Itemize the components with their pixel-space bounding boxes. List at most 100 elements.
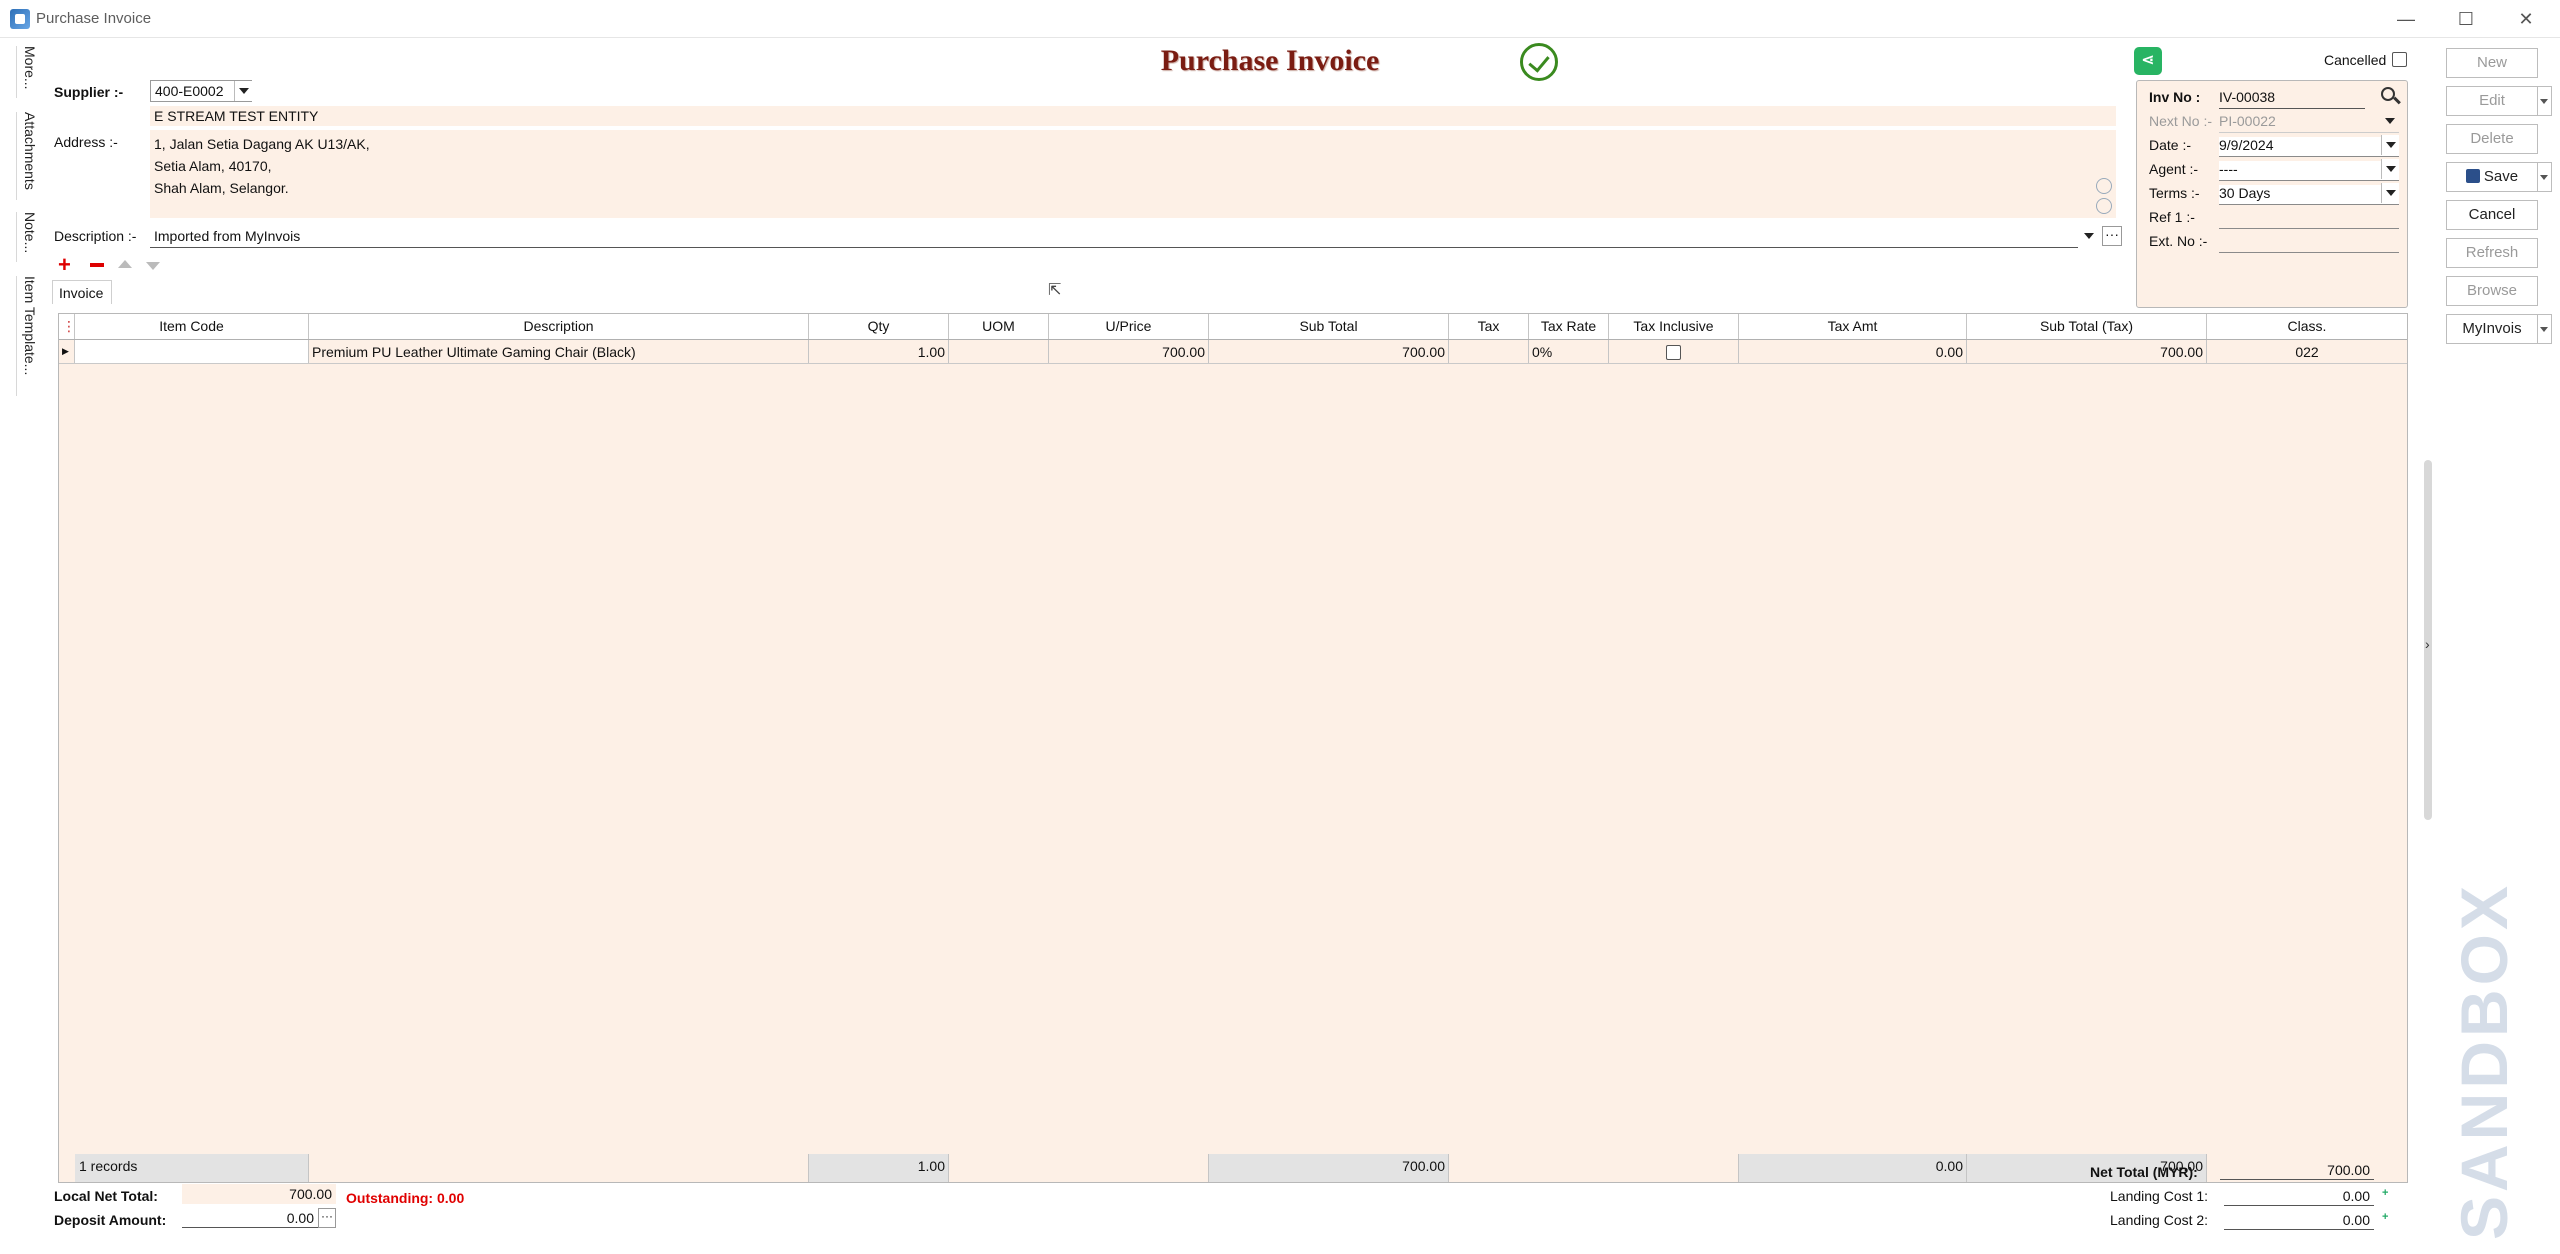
side-tab-attachments[interactable]: Attachments xyxy=(16,112,38,200)
deposit-more-button[interactable]: ··· xyxy=(318,1208,336,1228)
mouse-cursor-icon: ⇱ xyxy=(1048,282,1062,299)
description-value: Imported from MyInvois xyxy=(154,228,301,244)
move-down-icon[interactable] xyxy=(142,254,164,276)
cell-uprice[interactable]: 700.00 xyxy=(1049,340,1209,363)
col-tax-amt[interactable]: Tax Amt xyxy=(1739,314,1967,339)
cell-qty[interactable]: 1.00 xyxy=(809,340,949,363)
cancelled-label: Cancelled xyxy=(2324,52,2387,68)
landing-cost-2-add-icon[interactable]: + xyxy=(2382,1212,2392,1223)
col-tax-inclusive[interactable]: Tax Inclusive xyxy=(1609,314,1739,339)
ext-no-field[interactable] xyxy=(2219,233,2399,253)
cell-tax-amt[interactable]: 0.00 xyxy=(1739,340,1967,363)
col-tax[interactable]: Tax xyxy=(1449,314,1529,339)
side-tab-item-template[interactable]: Item Template... xyxy=(16,276,38,396)
new-button[interactable]: New xyxy=(2446,48,2538,78)
landing-cost-1-label: Landing Cost 1: xyxy=(2110,1188,2209,1204)
page-title: Purchase Invoice xyxy=(1160,44,1380,77)
ref1-label: Ref 1 :- xyxy=(2149,209,2195,225)
landing-cost-2-field[interactable]: 0.00 xyxy=(2224,1210,2374,1230)
col-description[interactable]: Description xyxy=(309,314,809,339)
date-dropdown-icon[interactable] xyxy=(2381,135,2399,155)
terms-field[interactable]: 30 Days xyxy=(2219,185,2399,205)
column-chooser-icon[interactable]: ⋮ xyxy=(59,314,75,339)
outstanding-amount: Outstanding: 0.00 xyxy=(346,1190,465,1206)
refresh-button[interactable]: Refresh xyxy=(2446,238,2538,268)
ref1-field[interactable] xyxy=(2219,209,2399,229)
row-indicator-icon: ▶ xyxy=(59,340,75,363)
delete-button[interactable]: Delete xyxy=(2446,124,2538,154)
edit-dropdown-icon[interactable] xyxy=(2538,86,2552,116)
col-item-code[interactable]: Item Code xyxy=(75,314,309,339)
address-line-3: Shah Alam, Selangor. xyxy=(154,180,289,196)
side-tab-note[interactable]: Note... xyxy=(16,212,38,262)
myinvois-button[interactable]: MyInvois xyxy=(2446,314,2538,344)
minimize-button[interactable]: — xyxy=(2392,6,2420,32)
address-label: Address :- xyxy=(54,134,118,150)
save-button[interactable]: Save xyxy=(2446,162,2538,192)
close-button[interactable]: ✕ xyxy=(2512,6,2540,32)
address-line-2: Setia Alam, 40170, xyxy=(154,158,272,174)
cell-tax-rate[interactable]: 0% xyxy=(1529,340,1609,363)
add-row-icon[interactable]: + xyxy=(58,254,80,276)
net-total-value: 700.00 xyxy=(2220,1160,2374,1180)
address-field[interactable] xyxy=(150,130,2116,218)
inv-no-field[interactable]: IV-00038 xyxy=(2219,89,2365,109)
col-subtotal-tax[interactable]: Sub Total (Tax) xyxy=(1967,314,2207,339)
col-tax-rate[interactable]: Tax Rate xyxy=(1529,314,1609,339)
side-tab-more[interactable]: More... xyxy=(16,46,38,98)
description-field[interactable]: Imported from MyInvois xyxy=(150,224,2078,248)
landing-cost-2-label: Landing Cost 2: xyxy=(2110,1212,2209,1228)
share-icon[interactable]: ⋖ xyxy=(2134,47,2162,75)
description-dropdown-icon[interactable] xyxy=(2080,226,2098,246)
cell-uom[interactable] xyxy=(949,340,1049,363)
edit-button[interactable]: Edit xyxy=(2446,86,2538,116)
refresh-address-icon-2[interactable] xyxy=(2096,198,2112,214)
remove-row-icon[interactable] xyxy=(86,254,108,276)
local-net-total-label: Local Net Total: xyxy=(54,1188,158,1204)
footer-qty: 1.00 xyxy=(809,1154,949,1182)
cell-tax[interactable] xyxy=(1449,340,1529,363)
window-title: Purchase Invoice xyxy=(36,10,152,27)
collapse-panel-icon[interactable]: › xyxy=(2425,636,2430,652)
agent-dropdown-icon[interactable] xyxy=(2381,159,2399,179)
table-row[interactable]: ▶ Premium PU Leather Ultimate Gaming Cha… xyxy=(59,340,2407,364)
cell-subtotal-tax[interactable]: 700.00 xyxy=(1967,340,2207,363)
refresh-address-icon[interactable] xyxy=(2096,178,2112,194)
tab-invoice[interactable]: Invoice xyxy=(52,280,112,304)
cell-tax-inclusive[interactable] xyxy=(1609,340,1739,363)
next-no-dropdown-icon[interactable] xyxy=(2381,111,2399,131)
save-dropdown-icon[interactable] xyxy=(2538,162,2552,192)
terms-dropdown-icon[interactable] xyxy=(2381,183,2399,203)
agent-field[interactable]: ---- xyxy=(2219,161,2399,181)
net-total-label: Net Total (MYR): xyxy=(2090,1164,2198,1180)
col-subtotal[interactable]: Sub Total xyxy=(1209,314,1449,339)
cell-description[interactable]: Premium PU Leather Ultimate Gaming Chair… xyxy=(309,340,809,363)
description-more-button[interactable]: ··· xyxy=(2102,226,2122,246)
cell-item-code[interactable] xyxy=(75,340,309,363)
myinvois-dropdown-icon[interactable] xyxy=(2538,314,2552,344)
cancelled-checkbox[interactable] xyxy=(2392,52,2407,67)
date-field[interactable]: 9/9/2024 xyxy=(2219,137,2399,157)
terms-row: Terms :- 30 Days xyxy=(2149,181,2401,205)
title-bar: Purchase Invoice — ☐ ✕ xyxy=(0,0,2560,38)
deposit-amount-field[interactable]: 0.00 xyxy=(182,1208,318,1228)
col-qty[interactable]: Qty xyxy=(809,314,949,339)
col-uom[interactable]: UOM xyxy=(949,314,1049,339)
move-up-icon[interactable] xyxy=(114,254,136,276)
col-class[interactable]: Class. xyxy=(2207,314,2407,339)
col-uprice[interactable]: U/Price xyxy=(1049,314,1209,339)
cancel-button[interactable]: Cancel xyxy=(2446,200,2538,230)
next-no-field[interactable]: PI-00022 xyxy=(2219,113,2399,133)
supplier-name[interactable]: E STREAM TEST ENTITY xyxy=(154,108,318,124)
browse-button[interactable]: Browse xyxy=(2446,276,2538,306)
item-grid: ⋮ Item Code Description Qty UOM U/Price … xyxy=(58,313,2408,1183)
maximize-button[interactable]: ☐ xyxy=(2452,6,2480,32)
cell-class[interactable]: 022 xyxy=(2207,340,2407,363)
footer-tax-amt: 0.00 xyxy=(1739,1154,1967,1182)
tax-inclusive-checkbox[interactable] xyxy=(1666,345,1681,360)
supplier-dropdown-icon[interactable] xyxy=(234,81,252,101)
invoice-form: Purchase Invoice ⋖ Cancelled Supplier :-… xyxy=(44,40,2436,1240)
landing-cost-1-field[interactable]: 0.00 xyxy=(2224,1186,2374,1206)
landing-cost-1-add-icon[interactable]: + xyxy=(2382,1188,2392,1199)
cell-subtotal[interactable]: 700.00 xyxy=(1209,340,1449,363)
